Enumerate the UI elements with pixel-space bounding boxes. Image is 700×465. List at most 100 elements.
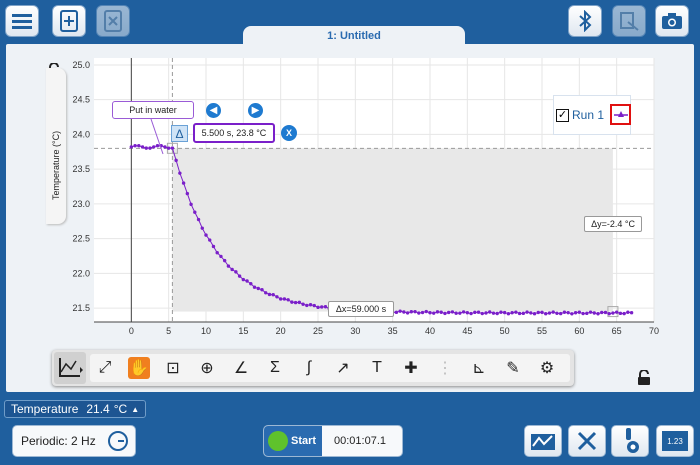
sigma-icon[interactable]: Σ: [264, 357, 286, 379]
arrow-left-icon[interactable]: ◀: [206, 103, 221, 118]
selection-shade: [172, 148, 613, 312]
sensor-settings-button[interactable]: [611, 425, 649, 457]
data-point: [200, 226, 204, 230]
readout-text: 5.500 s, 23.8 °C: [201, 128, 267, 138]
y-tick-label: 23.0: [72, 199, 90, 209]
data-point: [222, 258, 227, 263]
data-point: [525, 310, 529, 314]
sensor-value: 21.4: [86, 402, 110, 416]
data-point: [603, 310, 608, 315]
data-point: [398, 309, 402, 313]
data-point: [293, 300, 298, 305]
data-point: [234, 270, 238, 274]
data-point: [245, 279, 249, 283]
data-collection-settings[interactable]: Periodic: 2 Hz: [12, 425, 136, 457]
axis-icon[interactable]: ⊾: [468, 357, 490, 379]
x-tick-label: 55: [537, 326, 547, 336]
series-style-button[interactable]: [610, 104, 631, 125]
x-tick-label: 30: [350, 326, 360, 336]
data-point: [252, 285, 257, 289]
data-point: [465, 311, 470, 315]
data-point: [409, 310, 414, 314]
data-point: [129, 145, 134, 149]
data-point: [424, 309, 428, 314]
data-point: [495, 311, 499, 316]
data-point: [484, 311, 488, 315]
sensor-unit: °C: [113, 402, 128, 416]
meter-view-button[interactable]: 1.23: [656, 425, 694, 457]
model-icon[interactable]: ⋮: [434, 357, 456, 379]
data-point: [208, 238, 212, 242]
x-tick-label: 10: [201, 326, 211, 336]
y-tick-label: 22.5: [72, 234, 90, 244]
data-point: [558, 311, 563, 316]
arrow-right-icon[interactable]: ▶: [248, 103, 263, 118]
slope-icon[interactable]: ∠: [230, 357, 252, 379]
data-point: [237, 274, 242, 278]
examine-icon[interactable]: ⊡: [162, 357, 184, 379]
graph-type-button[interactable]: [54, 352, 86, 384]
draw-icon[interactable]: ✎: [502, 357, 524, 379]
y-tick-label: 24.5: [72, 95, 90, 105]
y-axis-label: Temperature (°C): [51, 131, 61, 200]
data-point: [491, 311, 496, 315]
caret-up-icon: ▲: [131, 404, 140, 414]
graph-type-icon: [59, 358, 83, 377]
data-point: [275, 295, 279, 299]
sensor-meter[interactable]: Temperature 21.4 °C ▲: [4, 400, 147, 418]
lock-icon[interactable]: [636, 370, 652, 386]
data-point: [174, 158, 178, 163]
add-point-icon[interactable]: ✚: [400, 357, 422, 379]
data-point: [282, 297, 287, 301]
tangent-icon[interactable]: ⊕: [196, 357, 218, 379]
y-tick-label: 25.0: [72, 60, 90, 70]
data-point: [193, 210, 197, 214]
elapsed-timer: 00:01:07.1: [334, 435, 386, 447]
close-readout-icon[interactable]: X: [281, 125, 297, 141]
examine-readout: 5.500 s, 23.8 °C: [193, 123, 275, 143]
data-point: [488, 310, 492, 314]
graph-tools: ⤢ ✋ ⊡ ⊕ ∠ Σ ∫ ↗ T ✚ ⋮ ⊾ ✎ ⚙: [90, 354, 570, 382]
series-marker-icon: [613, 110, 628, 117]
x-tick-label: 70: [649, 326, 659, 336]
data-point: [413, 309, 417, 314]
meter-icon: 1.23: [662, 431, 688, 451]
data-point: [480, 311, 484, 316]
data-point: [529, 311, 533, 315]
data-point: [144, 146, 148, 150]
x-tick-label: 15: [238, 326, 248, 336]
data-point: [439, 310, 443, 314]
curve-fit-icon[interactable]: ↗: [332, 357, 354, 379]
data-point: [611, 311, 615, 315]
settings-icon[interactable]: ⚙: [536, 357, 558, 379]
delta-button[interactable]: Δ: [171, 125, 188, 142]
data-point: [420, 310, 425, 315]
data-point: [432, 311, 436, 315]
start-button[interactable]: Start: [264, 426, 322, 456]
data-point: [196, 217, 201, 222]
sensor-label: Temperature: [11, 402, 79, 416]
data-point: [290, 300, 294, 304]
data-point: [626, 310, 630, 314]
data-point: [402, 310, 406, 314]
y-tick-label: 22.0: [72, 268, 90, 278]
data-point: [133, 144, 137, 148]
data-point: [181, 181, 186, 185]
data-point: [461, 310, 466, 314]
data-point: [510, 311, 514, 315]
text-icon[interactable]: T: [366, 357, 388, 379]
fit-screen-icon[interactable]: ⤢: [94, 357, 116, 379]
data-point: [458, 311, 462, 315]
run-checkbox[interactable]: ✓: [556, 109, 569, 122]
data-point: [577, 310, 582, 314]
x-tick-label: 25: [313, 326, 323, 336]
data-point: [417, 311, 421, 315]
integral-icon[interactable]: ∫: [298, 357, 320, 379]
analysis-button[interactable]: [524, 425, 562, 457]
annotation-put-in-water[interactable]: Put in water: [112, 101, 194, 119]
pan-zoom-icon[interactable]: ✋: [128, 357, 150, 379]
legend[interactable]: ✓ Run 1: [553, 95, 631, 135]
x-tick-label: 35: [388, 326, 398, 336]
data-point: [428, 311, 432, 315]
tools-button[interactable]: [568, 425, 606, 457]
